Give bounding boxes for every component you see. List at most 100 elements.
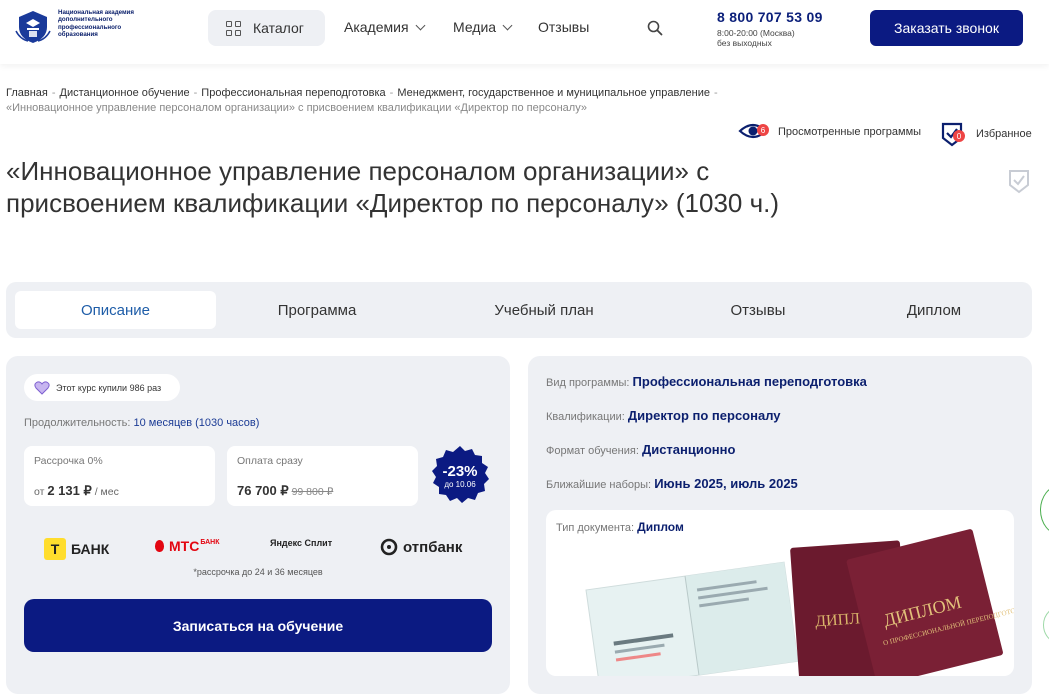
format-value: Дистанционно (641, 442, 736, 457)
program-type-row: Вид программы: Профессиональная переподг… (546, 374, 867, 389)
tbank-logo: Т БАНК (44, 538, 109, 560)
breadcrumb-separator: - (713, 87, 718, 99)
nav-reviews[interactable]: Отзывы (538, 19, 589, 35)
tab-reviews[interactable]: Отзывы (658, 291, 858, 329)
full-payment-price: 76 700 ₽ 99 800 ₽ (237, 483, 333, 499)
discount-percent: -23% (442, 463, 478, 480)
mts-egg-icon (155, 540, 164, 552)
chevron-down-icon (502, 20, 513, 30)
discount-badge: -23% до 10.06 (429, 445, 491, 507)
catalog-label: Каталог (253, 20, 304, 36)
heart-icon (34, 380, 50, 395)
favorites-label: Избранное (976, 128, 1032, 140)
callback-button[interactable]: Заказать звонок (870, 10, 1023, 46)
purchase-card: Этот курс купили 986 раз Продолжительнос… (6, 356, 510, 694)
nav-media[interactable]: Медиа (453, 19, 513, 35)
program-type-label: Вид программы: (546, 377, 630, 389)
viewed-count-badge: 6 (757, 124, 769, 136)
duration-label: Продолжительность: (24, 417, 131, 429)
viewed-programs-link[interactable]: 6 Просмотренные программы (738, 121, 921, 143)
breadcrumb-separator: - (51, 87, 56, 99)
breadcrumb-management[interactable]: Менеджмент, государственное и муниципаль… (397, 87, 710, 99)
duration-value: 10 месяцев (1030 часов) (133, 417, 260, 429)
site-header: Национальная академия дополнительного пр… (0, 0, 1049, 64)
mts-sub-label: БАНК (200, 538, 220, 546)
enrollment-label: Ближайшие наборы: (546, 479, 652, 491)
tab-description[interactable]: Описание (15, 291, 216, 329)
add-to-favorites-icon[interactable] (1007, 168, 1031, 194)
phone-number[interactable]: 8 800 707 53 09 (717, 9, 823, 25)
tab-diploma[interactable]: Диплом (834, 291, 1034, 329)
breadcrumb: Главная - Дистанционное обучение - Профессио… (6, 86, 796, 116)
mts-label: МТС (169, 538, 200, 554)
tbank-label: БАНК (71, 541, 110, 557)
favorites-count-badge: 0 (953, 130, 965, 142)
format-row: Формат обучения: Дистанционно (546, 442, 735, 457)
nav-media-label: Медиа (453, 19, 497, 35)
logo-text: Национальная академия дополнительного пр… (58, 9, 134, 39)
floating-chat-button[interactable] (1043, 605, 1049, 645)
installment-label: Рассрочка 0% (34, 455, 103, 467)
program-type-value: Профессиональная переподготовка (632, 374, 867, 389)
phone-days-text: без выходных (717, 38, 772, 48)
tab-bar: Описание Программа Учебный план Отзывы Д… (6, 282, 1032, 338)
phone-hours-text: 8:00-20:00 (Москва) (717, 28, 795, 38)
enroll-button[interactable]: Записаться на обучение (24, 599, 492, 652)
installment-amount: 2 131 ₽ (47, 483, 92, 498)
old-price: 99 800 ₽ (291, 486, 334, 498)
floating-widget-button[interactable] (1040, 485, 1049, 535)
academy-logo[interactable]: Национальная академия дополнительного пр… (14, 9, 148, 45)
nav-academy[interactable]: Академия (344, 19, 425, 35)
search-icon[interactable] (647, 20, 663, 36)
viewed-label: Просмотренные программы (778, 126, 922, 138)
tbank-shield-icon: Т (44, 538, 66, 560)
full-payment-label: Оплата сразу (237, 455, 303, 467)
purchase-count-text: Этот курс купили 986 раз (56, 382, 162, 393)
full-payment-option[interactable]: Оплата сразу 76 700 ₽ 99 800 ₽ (227, 446, 418, 506)
favorites-link[interactable]: 0 Избранное (940, 121, 1032, 147)
diploma-image: ДИПЛ ДИПЛОМ О ПРОФЕССИОНАЛЬНОЙ ПЕРЕПОДГО… (585, 529, 1014, 676)
logo-emblem-icon (15, 11, 51, 43)
installment-suffix: / мес (94, 486, 119, 498)
eye-icon: 6 (738, 121, 770, 143)
installment-price: от 2 131 ₽ / мес (34, 483, 119, 499)
qualification-label: Квалификации: (546, 411, 625, 423)
installment-option[interactable]: Рассрочка 0% от 2 131 ₽ / мес (24, 446, 215, 506)
page-title: «Инновационное управление персоналом орг… (6, 156, 780, 218)
otp-label: отпбанк (403, 538, 463, 556)
shield-check-icon: 0 (940, 121, 966, 147)
enrollment-row: Ближайшие наборы: Июнь 2025, июль 2025 (546, 476, 798, 491)
mts-bank-logo: МТС БАНК (155, 538, 219, 554)
full-price: 76 700 ₽ (237, 483, 289, 498)
nav-reviews-label: Отзывы (538, 19, 590, 35)
qualification-row: Квалификации: Директор по персоналу (546, 408, 781, 423)
duration: Продолжительность: 10 месяцев (1030 часо… (24, 417, 259, 429)
catalog-button[interactable]: Каталог (208, 10, 325, 46)
yandex-split-label: Яндекс Сплит (270, 538, 333, 548)
breadcrumb-distance[interactable]: Дистанционное обучение (60, 87, 190, 99)
otp-ring-icon (380, 538, 398, 556)
breadcrumb-home[interactable]: Главная (6, 87, 48, 99)
nav-academy-label: Академия (344, 19, 409, 35)
installment-prefix: от (34, 486, 45, 498)
grid-icon (226, 20, 241, 36)
tab-curriculum[interactable]: Учебный план (444, 291, 644, 329)
purchase-count-badge: Этот курс купили 986 раз (24, 374, 180, 401)
breadcrumb-separator: - (389, 87, 394, 99)
breadcrumb-current: «Инновационное управление персоналом орг… (6, 102, 587, 114)
tab-program[interactable]: Программа (216, 291, 418, 329)
qualification-value: Директор по персоналу (627, 408, 781, 423)
yandex-split-logo: Яндекс Сплит (270, 538, 332, 548)
breadcrumb-separator: - (193, 87, 198, 99)
installment-note: *рассрочка до 24 и 36 месяцев (193, 567, 323, 577)
program-info-card: Вид программы: Профессиональная переподг… (528, 356, 1032, 694)
otpbank-logo: отпбанк (380, 538, 462, 556)
document-preview: Тип документа: Диплом ДИПЛ ДИПЛОМ О ПРОФ… (546, 510, 1014, 676)
discount-until: до 10.06 (444, 480, 476, 489)
discount-text: -23% до 10.06 (429, 445, 491, 507)
phone-hours: 8:00-20:00 (Москва) без выходных (717, 28, 795, 48)
breadcrumb-retraining[interactable]: Профессиональная переподготовка (201, 87, 385, 99)
chevron-down-icon (415, 20, 425, 30)
diploma-word-back: ДИПЛ (815, 610, 861, 630)
enrollment-value: Июнь 2025, июль 2025 (654, 476, 798, 491)
